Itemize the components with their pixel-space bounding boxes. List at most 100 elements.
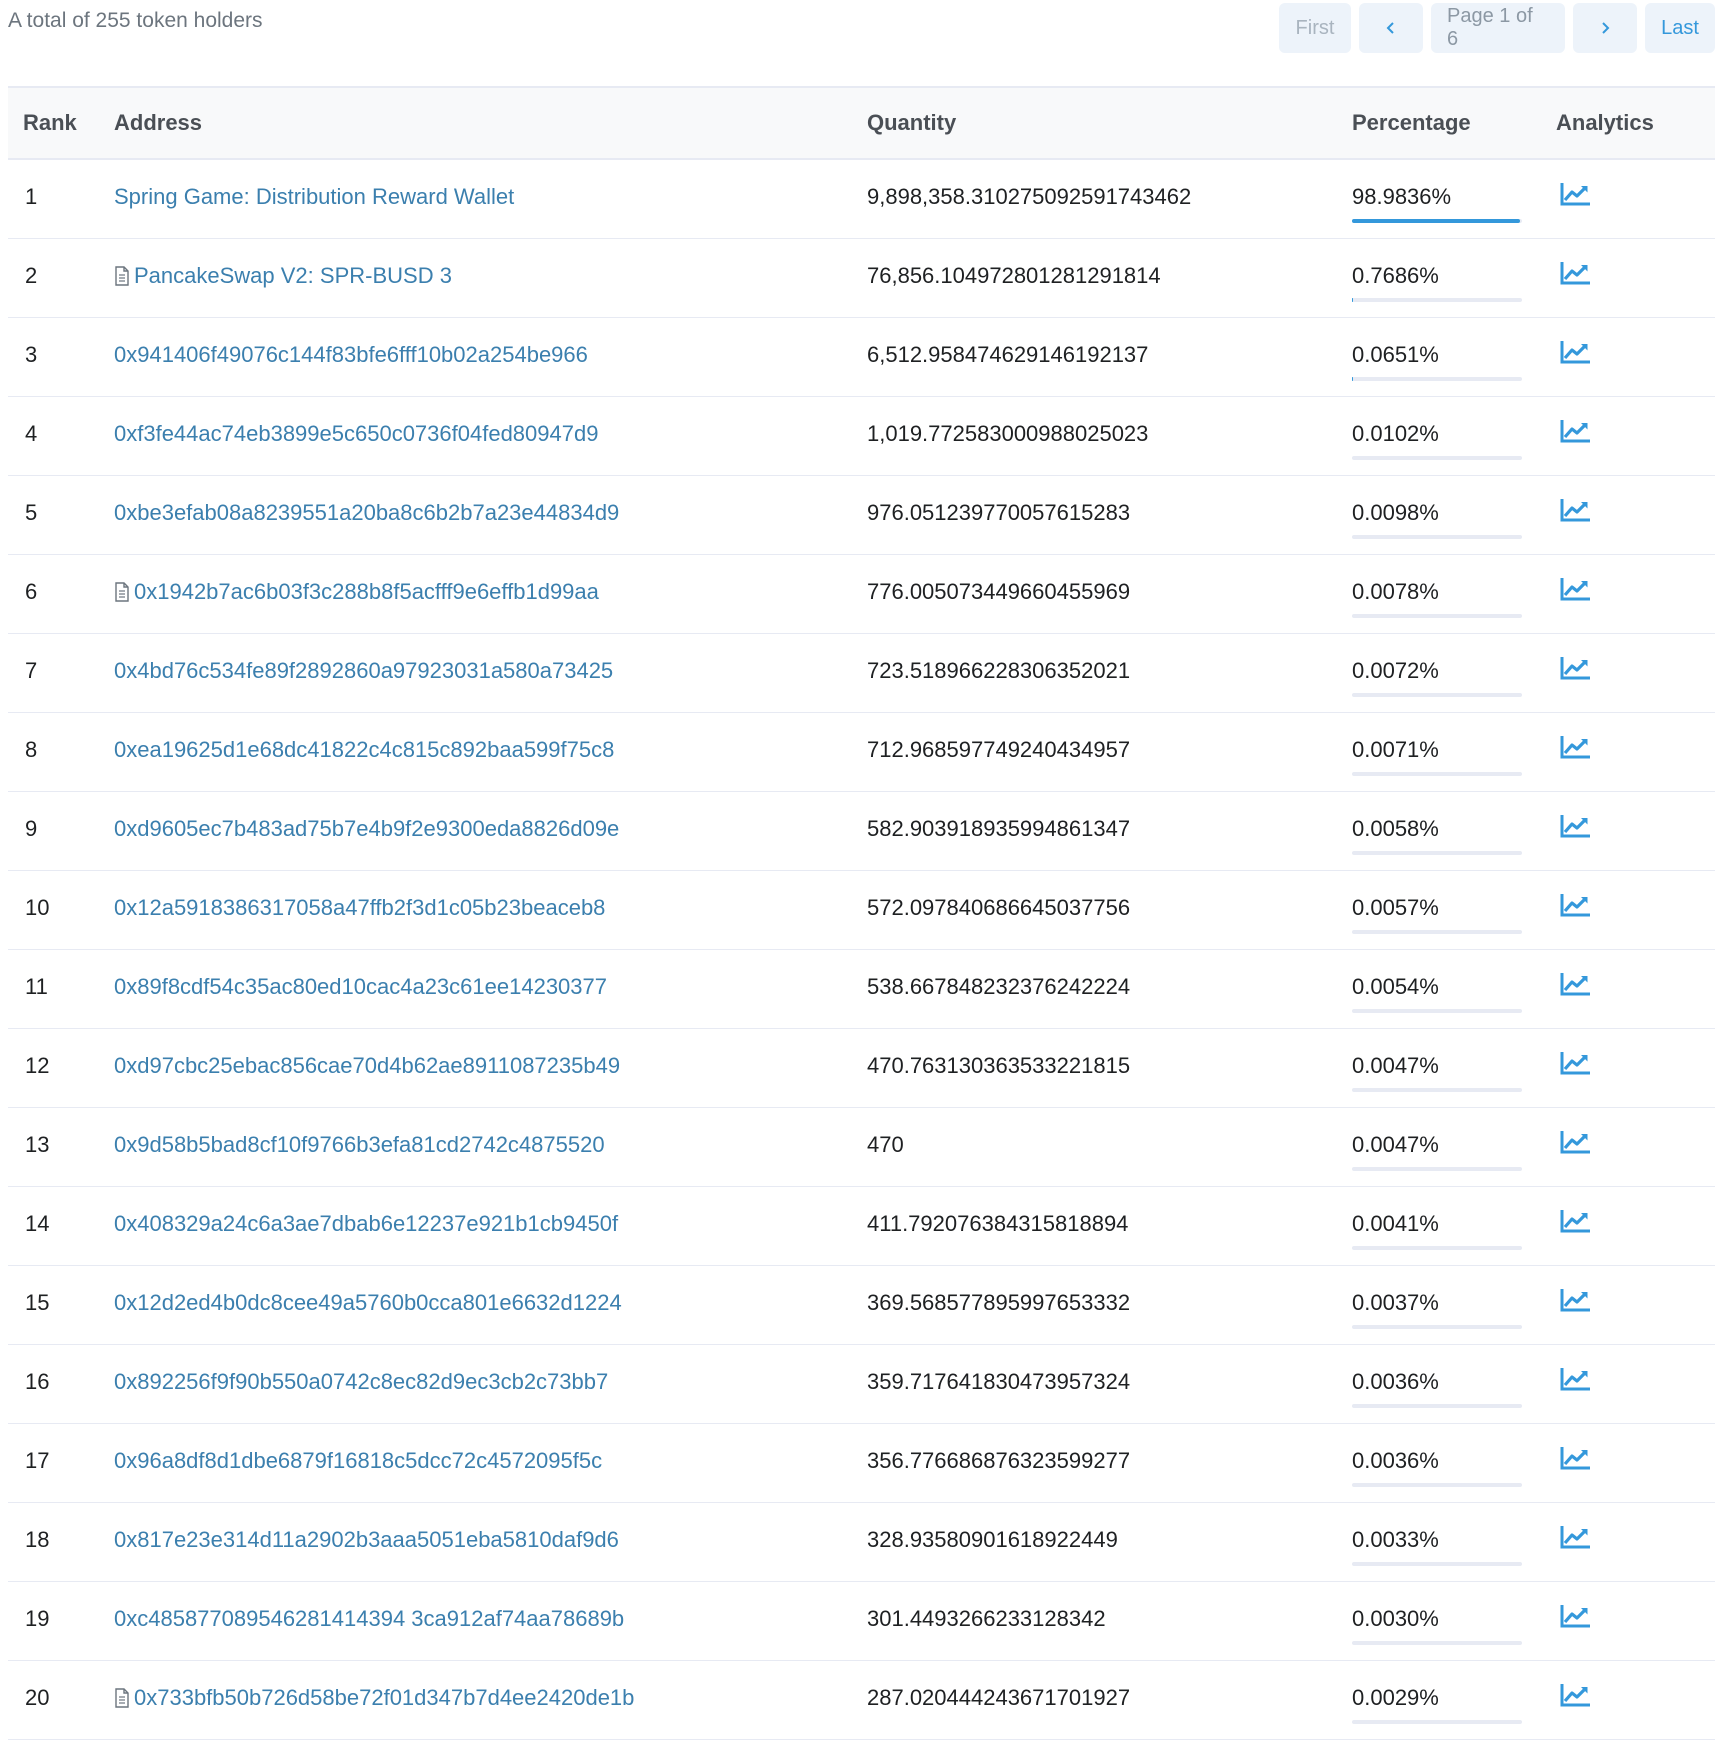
- address-link[interactable]: 0xbe3efab08a8239551a20ba8c6b2b7a23e44834…: [114, 500, 619, 526]
- address-link[interactable]: 0x892256f9f90b550a0742c8ec82d9ec3cb2c73b…: [114, 1369, 608, 1395]
- chart-line-icon: [1560, 736, 1590, 759]
- analytics-link[interactable]: [1559, 259, 1593, 287]
- chart-line-icon: [1560, 973, 1590, 996]
- address-link[interactable]: 0x89f8cdf54c35ac80ed10cac4a23c61ee142303…: [114, 974, 607, 1000]
- percentage-cell: 0.0071%: [1352, 737, 1522, 776]
- quantity-cell: 9,898,358.310275092591743462: [867, 184, 1192, 209]
- table-row: 14 0x408329a24c6a3ae7dbab6e12237e921b1cb9…: [8, 1187, 1715, 1266]
- contract-file-icon: [115, 1688, 129, 1708]
- address-link[interactable]: 0x12d2ed4b0dc8cee49a5760b0cca801e6632d12…: [114, 1290, 622, 1316]
- chart-line-icon: [1560, 1052, 1590, 1075]
- table-row: 1 Spring Game: Distribution Reward Wallet…: [8, 160, 1715, 239]
- percentage-cell: 0.0036%: [1352, 1369, 1522, 1408]
- analytics-link[interactable]: [1559, 1128, 1593, 1156]
- analytics-link[interactable]: [1559, 575, 1593, 603]
- percentage-text: 0.0651%: [1352, 342, 1439, 367]
- address-link[interactable]: 0x96a8df8d1dbe6879f16818c5dcc72c4572095f…: [114, 1448, 602, 1474]
- quantity-cell: 356.776686876323599277: [867, 1448, 1131, 1473]
- rank-cell: 4: [25, 421, 38, 446]
- rank-cell: 14: [25, 1211, 50, 1236]
- percentage-cell: 0.0072%: [1352, 658, 1522, 697]
- analytics-link[interactable]: [1559, 733, 1593, 761]
- analytics-link[interactable]: [1559, 891, 1593, 919]
- first-page-button[interactable]: First: [1279, 3, 1351, 53]
- percentage-cell: 0.0054%: [1352, 974, 1522, 1013]
- last-page-button[interactable]: Last: [1645, 3, 1715, 53]
- address-link[interactable]: 0x408329a24c6a3ae7dbab6e12237e921b1cb945…: [114, 1211, 618, 1237]
- address-link[interactable]: 0x4bd76c534fe89f2892860a97923031a580a734…: [114, 658, 613, 684]
- column-quantity: Quantity: [867, 110, 957, 135]
- address-link[interactable]: 0x941406f49076c144f83bfe6fff10b02a254be9…: [114, 342, 588, 368]
- address-link[interactable]: 0xf3fe44ac74eb3899e5c650c0736f04fed80947…: [114, 421, 598, 447]
- percentage-bar: [1352, 1167, 1522, 1171]
- rank-cell: 19: [25, 1606, 50, 1631]
- percentage-text: 0.0078%: [1352, 579, 1439, 604]
- analytics-link[interactable]: [1559, 654, 1593, 682]
- analytics-link[interactable]: [1559, 496, 1593, 524]
- table-row: 7 0x4bd76c534fe89f2892860a97923031a580a73…: [8, 634, 1715, 713]
- percentage-text: 0.0102%: [1352, 421, 1439, 446]
- percentage-cell: 0.0057%: [1352, 895, 1522, 934]
- address-link[interactable]: 0xd97cbc25ebac856cae70d4b62ae8911087235b…: [114, 1053, 620, 1079]
- address-link[interactable]: 0x9d58b5bad8cf10f9766b3efa81cd2742c48755…: [114, 1132, 605, 1158]
- next-page-button[interactable]: [1573, 3, 1637, 53]
- address-text: 0xf3fe44ac74eb3899e5c650c0736f04fed80947…: [114, 421, 599, 446]
- holders-header: A total of 255 token holders First Page …: [0, 0, 1715, 56]
- percentage-bar: [1352, 614, 1522, 618]
- percentage-bar: [1352, 298, 1522, 302]
- rank-cell: 16: [25, 1369, 50, 1394]
- chart-line-icon: [1560, 578, 1590, 601]
- quantity-cell: 1,019.772583000988025023: [867, 421, 1149, 446]
- previous-page-button[interactable]: [1359, 3, 1423, 53]
- rank-cell: 17: [25, 1448, 50, 1473]
- address-text: 0xd97cbc25ebac856cae70d4b62ae8911087235b…: [114, 1053, 621, 1078]
- table-row: 20 0x733bfb50b726d58be72f01d347b7d4ee2420…: [8, 1661, 1715, 1740]
- analytics-link[interactable]: [1559, 1681, 1593, 1709]
- rank-cell: 7: [25, 658, 38, 683]
- percentage-text: 0.0047%: [1352, 1132, 1439, 1157]
- address-link[interactable]: 0x1942b7ac6b03f3c288b8f5acfff9e6effb1d99…: [114, 579, 599, 605]
- holders-table: Rank Address Quantity Percentage Analyti…: [8, 86, 1715, 1740]
- analytics-link[interactable]: [1559, 1444, 1593, 1472]
- percentage-bar: [1352, 456, 1522, 460]
- analytics-link[interactable]: [1559, 180, 1593, 208]
- analytics-link[interactable]: [1559, 1365, 1593, 1393]
- address-link[interactable]: 0xea19625d1e68dc41822c4c815c892baa599f75…: [114, 737, 614, 763]
- percentage-bar: [1352, 377, 1522, 381]
- analytics-link[interactable]: [1559, 970, 1593, 998]
- address-link[interactable]: PancakeSwap V2: SPR-BUSD 3: [114, 263, 452, 289]
- address-text: 0x96a8df8d1dbe6879f16818c5dcc72c4572095f…: [114, 1448, 603, 1473]
- analytics-link[interactable]: [1559, 1523, 1593, 1551]
- address-link[interactable]: 0x733bfb50b726d58be72f01d347b7d4ee2420de…: [114, 1685, 634, 1711]
- percentage-bar: [1352, 535, 1522, 539]
- analytics-link[interactable]: [1559, 1286, 1593, 1314]
- analytics-link[interactable]: [1559, 338, 1593, 366]
- address-link[interactable]: 0x12a5918386317058a47ffb2f3d1c05b23beace…: [114, 895, 605, 921]
- chart-line-icon: [1560, 420, 1590, 443]
- address-text: 0xc485877089546281414394 3ca912af74aa786…: [114, 1606, 625, 1631]
- rank-cell: 18: [25, 1527, 50, 1552]
- page-indicator: Page 1 of 6: [1431, 3, 1565, 53]
- percentage-bar: [1352, 772, 1522, 776]
- analytics-link[interactable]: [1559, 417, 1593, 445]
- percentage-text: 0.0047%: [1352, 1053, 1439, 1078]
- address-link[interactable]: 0x817e23e314d11a2902b3aaa5051eba5810daf9…: [114, 1527, 619, 1553]
- address-link[interactable]: 0xd9605ec7b483ad75b7e4b9f2e9300eda8826d0…: [114, 816, 619, 842]
- address-text: 0x941406f49076c144f83bfe6fff10b02a254be9…: [114, 342, 588, 367]
- percentage-bar-fill: [1352, 219, 1521, 223]
- percentage-cell: 0.0058%: [1352, 816, 1522, 855]
- chart-line-icon: [1560, 1605, 1590, 1628]
- address-text: 0x89f8cdf54c35ac80ed10cac4a23c61ee142303…: [114, 974, 607, 999]
- address-link[interactable]: Spring Game: Distribution Reward Wallet: [114, 184, 514, 210]
- percentage-text: 0.0036%: [1352, 1369, 1439, 1394]
- chart-line-icon: [1560, 657, 1590, 680]
- analytics-link[interactable]: [1559, 1049, 1593, 1077]
- analytics-link[interactable]: [1559, 1602, 1593, 1630]
- chevron-right-icon: [1602, 22, 1610, 34]
- percentage-text: 0.7686%: [1352, 263, 1439, 288]
- analytics-link[interactable]: [1559, 812, 1593, 840]
- chart-line-icon: [1560, 1368, 1590, 1391]
- address-link[interactable]: 0xc485877089546281414394 3ca912af74aa786…: [114, 1606, 624, 1632]
- address-text: 0x817e23e314d11a2902b3aaa5051eba5810daf9…: [114, 1527, 619, 1552]
- analytics-link[interactable]: [1559, 1207, 1593, 1235]
